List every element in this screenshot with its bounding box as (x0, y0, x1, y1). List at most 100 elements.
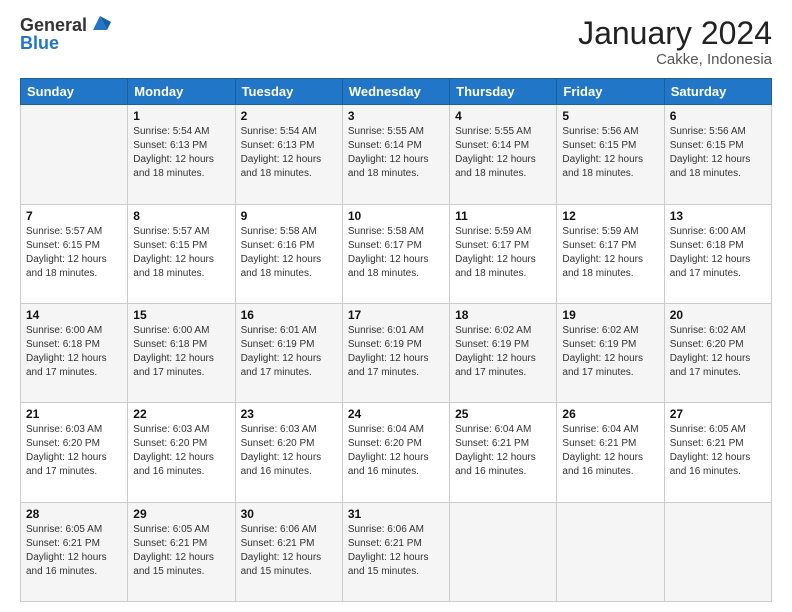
calendar-week-row: 14 Sunrise: 6:00 AMSunset: 6:18 PMDayligh… (21, 303, 772, 402)
table-row: 19 Sunrise: 6:02 AMSunset: 6:19 PMDayligh… (557, 303, 664, 402)
table-row: 24 Sunrise: 6:04 AMSunset: 6:20 PMDayligh… (342, 403, 449, 502)
day-number: 15 (133, 308, 229, 322)
day-number: 10 (348, 209, 444, 223)
day-info: Sunrise: 6:06 AMSunset: 6:21 PMDaylight:… (348, 523, 444, 579)
table-row: 18 Sunrise: 6:02 AMSunset: 6:19 PMDayligh… (450, 303, 557, 402)
calendar-subtitle: Cakke, Indonesia (578, 51, 772, 68)
col-saturday: Saturday (664, 79, 771, 105)
day-info: Sunrise: 6:00 AMSunset: 6:18 PMDaylight:… (133, 324, 229, 380)
day-number: 18 (455, 308, 551, 322)
calendar-title: January 2024 (578, 16, 772, 51)
day-number: 27 (670, 407, 766, 421)
table-row: 3Sunrise: 5:55 AMSunset: 6:14 PMDaylight… (342, 105, 449, 204)
day-number: 13 (670, 209, 766, 223)
day-info: Sunrise: 6:03 AMSunset: 6:20 PMDaylight:… (133, 423, 229, 479)
table-row: 21 Sunrise: 6:03 AMSunset: 6:20 PMDayligh… (21, 403, 128, 502)
day-number: 21 (26, 407, 122, 421)
logo-general-text: General (20, 16, 87, 34)
day-number: 29 (133, 507, 229, 521)
day-info: Sunrise: 6:02 AMSunset: 6:19 PMDaylight:… (562, 324, 658, 380)
day-number: 8 (133, 209, 229, 223)
table-row: 31 Sunrise: 6:06 AMSunset: 6:21 PMDayligh… (342, 502, 449, 601)
day-info: Sunrise: 6:00 AMSunset: 6:18 PMDaylight:… (670, 225, 766, 281)
day-number: 28 (26, 507, 122, 521)
calendar-header-row: Sunday Monday Tuesday Wednesday Thursday… (21, 79, 772, 105)
table-row: 22 Sunrise: 6:03 AMSunset: 6:20 PMDayligh… (128, 403, 235, 502)
table-row: 23Sunrise: 6:03 AMSunset: 6:20 PMDayligh… (235, 403, 342, 502)
day-info: Sunrise: 5:54 AMSunset: 6:13 PMDaylight:… (133, 125, 229, 181)
day-number: 7 (26, 209, 122, 223)
day-info: Sunrise: 6:02 AMSunset: 6:20 PMDaylight:… (670, 324, 766, 380)
day-info: Sunrise: 5:58 AMSunset: 6:17 PMDaylight:… (348, 225, 444, 281)
day-info: Sunrise: 6:01 AMSunset: 6:19 PMDaylight:… (241, 324, 337, 380)
table-row: 12 Sunrise: 5:59 AMSunset: 6:17 PMDayligh… (557, 204, 664, 303)
calendar-week-row: 1Sunrise: 5:54 AMSunset: 6:13 PMDaylight… (21, 105, 772, 204)
title-section: January 2024 Cakke, Indonesia (578, 16, 772, 68)
table-row: 1Sunrise: 5:54 AMSunset: 6:13 PMDaylight… (128, 105, 235, 204)
day-number: 24 (348, 407, 444, 421)
page: General Blue January 2024 Cakke, Indones… (0, 0, 792, 612)
day-info: Sunrise: 5:56 AMSunset: 6:15 PMDaylight:… (670, 125, 766, 181)
table-row: 15 Sunrise: 6:00 AMSunset: 6:18 PMDayligh… (128, 303, 235, 402)
day-number: 11 (455, 209, 551, 223)
day-info: Sunrise: 5:56 AMSunset: 6:15 PMDaylight:… (562, 125, 658, 181)
table-row: 8 Sunrise: 5:57 AMSunset: 6:15 PMDaylight… (128, 204, 235, 303)
table-row: 17Sunrise: 6:01 AMSunset: 6:19 PMDayligh… (342, 303, 449, 402)
table-row: 20Sunrise: 6:02 AMSunset: 6:20 PMDayligh… (664, 303, 771, 402)
table-row: 27 Sunrise: 6:05 AMSunset: 6:21 PMDayligh… (664, 403, 771, 502)
day-number: 14 (26, 308, 122, 322)
table-row: 13 Sunrise: 6:00 AMSunset: 6:18 PMDayligh… (664, 204, 771, 303)
day-info: Sunrise: 6:04 AMSunset: 6:20 PMDaylight:… (348, 423, 444, 479)
day-info: Sunrise: 6:03 AMSunset: 6:20 PMDaylight:… (241, 423, 337, 479)
day-number: 9 (241, 209, 337, 223)
day-number: 31 (348, 507, 444, 521)
day-info: Sunrise: 5:54 AMSunset: 6:13 PMDaylight:… (241, 125, 337, 181)
calendar-week-row: 28 Sunrise: 6:05 AMSunset: 6:21 PMDayligh… (21, 502, 772, 601)
table-row: 2 Sunrise: 5:54 AMSunset: 6:13 PMDaylight… (235, 105, 342, 204)
day-number: 2 (241, 109, 337, 123)
day-info: Sunrise: 6:03 AMSunset: 6:20 PMDaylight:… (26, 423, 122, 479)
day-info: Sunrise: 6:04 AMSunset: 6:21 PMDaylight:… (562, 423, 658, 479)
day-number: 19 (562, 308, 658, 322)
day-number: 22 (133, 407, 229, 421)
table-row: 4Sunrise: 5:55 AMSunset: 6:14 PMDaylight… (450, 105, 557, 204)
header: General Blue January 2024 Cakke, Indones… (20, 16, 772, 68)
day-info: Sunrise: 6:02 AMSunset: 6:19 PMDaylight:… (455, 324, 551, 380)
calendar-table: Sunday Monday Tuesday Wednesday Thursday… (20, 78, 772, 602)
day-number: 30 (241, 507, 337, 521)
table-row: 25Sunrise: 6:04 AMSunset: 6:21 PMDayligh… (450, 403, 557, 502)
table-row: 6Sunrise: 5:56 AMSunset: 6:15 PMDaylight… (664, 105, 771, 204)
day-number: 16 (241, 308, 337, 322)
day-info: Sunrise: 5:58 AMSunset: 6:16 PMDaylight:… (241, 225, 337, 281)
day-info: Sunrise: 5:59 AMSunset: 6:17 PMDaylight:… (562, 225, 658, 281)
table-row: 16 Sunrise: 6:01 AMSunset: 6:19 PMDayligh… (235, 303, 342, 402)
col-sunday: Sunday (21, 79, 128, 105)
col-wednesday: Wednesday (342, 79, 449, 105)
table-row: 26 Sunrise: 6:04 AMSunset: 6:21 PMDayligh… (557, 403, 664, 502)
table-row (450, 502, 557, 601)
table-row: 9 Sunrise: 5:58 AMSunset: 6:16 PMDaylight… (235, 204, 342, 303)
day-info: Sunrise: 5:57 AMSunset: 6:15 PMDaylight:… (133, 225, 229, 281)
day-info: Sunrise: 5:59 AMSunset: 6:17 PMDaylight:… (455, 225, 551, 281)
calendar-week-row: 21 Sunrise: 6:03 AMSunset: 6:20 PMDayligh… (21, 403, 772, 502)
logo: General Blue (20, 16, 111, 52)
day-info: Sunrise: 6:01 AMSunset: 6:19 PMDaylight:… (348, 324, 444, 380)
table-row (21, 105, 128, 204)
day-info: Sunrise: 6:06 AMSunset: 6:21 PMDaylight:… (241, 523, 337, 579)
table-row: 11 Sunrise: 5:59 AMSunset: 6:17 PMDayligh… (450, 204, 557, 303)
day-info: Sunrise: 6:04 AMSunset: 6:21 PMDaylight:… (455, 423, 551, 479)
day-info: Sunrise: 6:05 AMSunset: 6:21 PMDaylight:… (26, 523, 122, 579)
day-info: Sunrise: 6:05 AMSunset: 6:21 PMDaylight:… (670, 423, 766, 479)
day-info: Sunrise: 6:00 AMSunset: 6:18 PMDaylight:… (26, 324, 122, 380)
day-number: 26 (562, 407, 658, 421)
table-row: 7Sunrise: 5:57 AMSunset: 6:15 PMDaylight… (21, 204, 128, 303)
day-info: Sunrise: 5:55 AMSunset: 6:14 PMDaylight:… (348, 125, 444, 181)
logo-blue-text: Blue (20, 34, 111, 52)
table-row: 29 Sunrise: 6:05 AMSunset: 6:21 PMDayligh… (128, 502, 235, 601)
calendar-week-row: 7 Sunrise: 5:57 AMSunset: 6:15 PMDaylight… (21, 204, 772, 303)
col-monday: Monday (128, 79, 235, 105)
table-row: 5Sunrise: 5:56 AMSunset: 6:15 PMDaylight… (557, 105, 664, 204)
table-row: 30 Sunrise: 6:06 AMSunset: 6:21 PMDayligh… (235, 502, 342, 601)
day-number: 12 (562, 209, 658, 223)
day-info: Sunrise: 6:05 AMSunset: 6:21 PMDaylight:… (133, 523, 229, 579)
